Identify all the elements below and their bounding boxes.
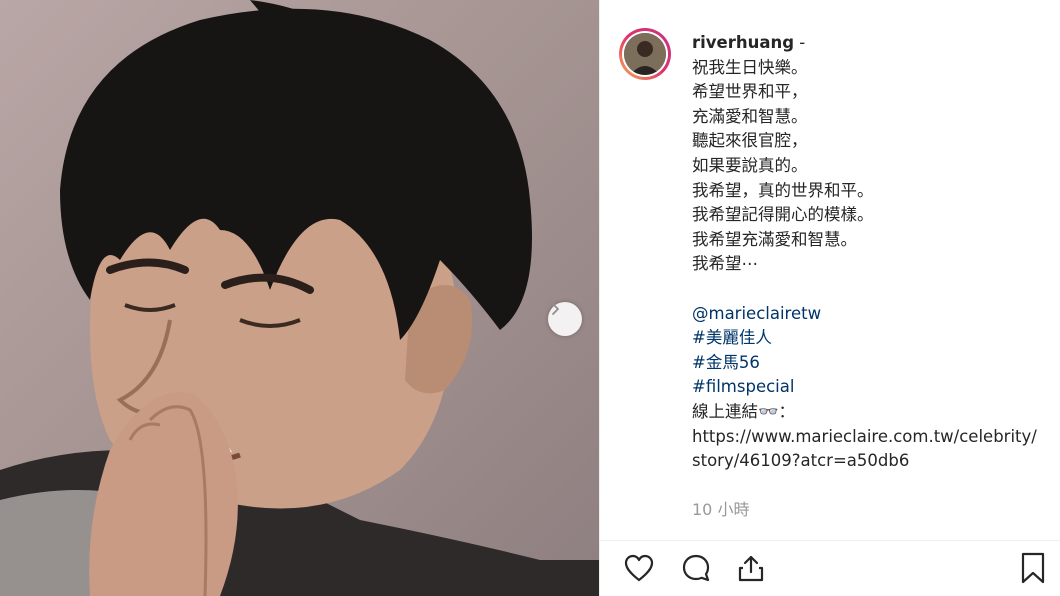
avatar-image	[624, 33, 666, 75]
username-link[interactable]: riverhuang	[692, 33, 794, 52]
post-sidebar: riverhuang - 祝我生日快樂。 希望世界和平， 充滿愛和智慧。 聽起來…	[599, 0, 1060, 596]
url-text: https://www.marieclaire.com.tw/celebrity…	[692, 426, 1037, 471]
comment-bubble-icon	[682, 554, 710, 582]
comment-button[interactable]	[676, 548, 716, 588]
caption-line: 我希望充滿愛和智慧。	[692, 229, 857, 249]
share-button[interactable]	[731, 548, 771, 588]
bookmark-icon	[1021, 552, 1045, 584]
caption-line: 我希望，真的世界和平。	[692, 180, 874, 200]
username-separator: -	[794, 33, 806, 52]
caption-line: 希望世界和平，	[692, 82, 808, 102]
post-photo[interactable]	[0, 0, 599, 596]
action-bar	[600, 548, 1060, 588]
post-caption: riverhuang - 祝我生日快樂。 希望世界和平， 充滿愛和智慧。 聽起來…	[692, 31, 1042, 474]
like-button[interactable]	[619, 548, 659, 588]
portrait-image	[0, 0, 599, 596]
caption-line: 我希望⋯	[692, 254, 758, 274]
caption-line: 如果要說真的。	[692, 155, 808, 175]
avatar[interactable]	[624, 33, 666, 75]
hashtag-link[interactable]: #金馬56	[692, 351, 1042, 376]
post-timestamp[interactable]: 10 小時	[692, 496, 749, 520]
chevron-right-icon	[552, 303, 559, 315]
hashtag-link[interactable]: #美麗佳人	[692, 326, 1042, 351]
caption-line: 聽起來很官腔，	[692, 131, 808, 151]
caption-line: 我希望記得開心的模樣。	[692, 205, 874, 225]
hashtag-link[interactable]: #filmspecial	[692, 375, 1042, 400]
mention-link[interactable]: @marieclairetw	[692, 302, 1042, 327]
caption-line: 充滿愛和智慧。	[692, 106, 808, 126]
divider	[600, 540, 1060, 541]
save-button[interactable]	[1013, 548, 1053, 588]
story-ring[interactable]	[619, 28, 671, 80]
next-image-button[interactable]	[548, 302, 582, 336]
caption-line: 祝我生日快樂。	[692, 57, 808, 77]
share-icon	[738, 555, 764, 582]
link-label: 線上連結👓：	[692, 401, 796, 421]
heart-icon	[624, 554, 654, 582]
